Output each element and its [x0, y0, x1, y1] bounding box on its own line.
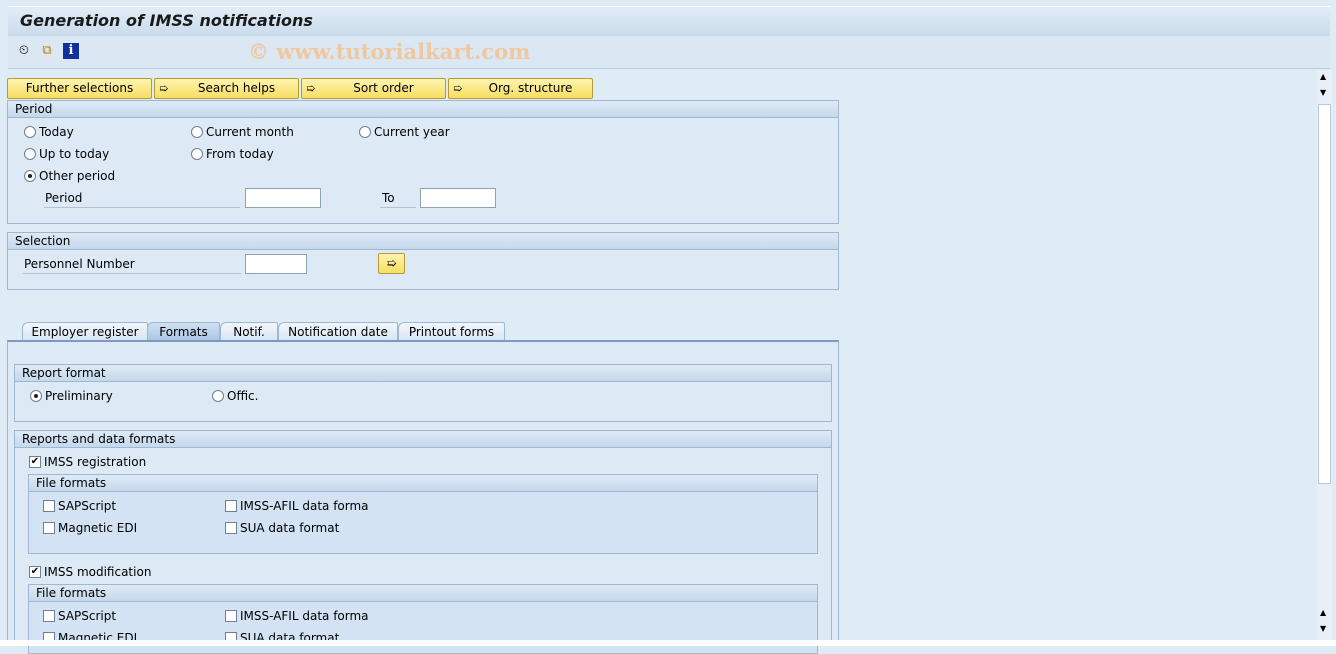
tab-employer-register[interactable]: Employer register: [22, 322, 148, 341]
radio-current-month[interactable]: [191, 126, 203, 138]
radio-preliminary[interactable]: [30, 390, 42, 402]
period-label: Period: [45, 191, 83, 205]
period-from-input[interactable]: [245, 188, 321, 208]
tab-notification-date[interactable]: Notification date: [278, 322, 398, 341]
scroll-thumb[interactable]: [1318, 104, 1331, 484]
radio-today[interactable]: [24, 126, 36, 138]
copy-variant-icon[interactable]: ⧉: [39, 43, 55, 59]
search-helps-button[interactable]: ➯ Search helps: [154, 78, 299, 99]
tab-notif[interactable]: Notif.: [220, 322, 278, 341]
personnel-number-input[interactable]: [245, 254, 307, 274]
application-toolbar: ⏲ ⧉ i © www.tutorialkart.com: [8, 36, 1330, 69]
radio-from-today[interactable]: [191, 148, 203, 160]
radio-current-year[interactable]: [359, 126, 371, 138]
vertical-scrollbar[interactable]: ▲ ▼ ▲ ▼: [1317, 70, 1332, 640]
further-selections-button[interactable]: Further selections: [7, 78, 152, 99]
info-icon[interactable]: i: [63, 43, 79, 59]
personnel-number-label: Personnel Number: [24, 257, 135, 271]
radio-offic[interactable]: [212, 390, 224, 402]
reg-sapscript-checkbox[interactable]: [43, 500, 55, 512]
arrow-right-icon: ➯: [306, 82, 316, 95]
imss-modification-checkbox[interactable]: ✔: [29, 566, 41, 578]
tab-printout-forms[interactable]: Printout forms: [398, 322, 505, 341]
sort-order-button[interactable]: ➯ Sort order: [301, 78, 446, 99]
radio-other-period[interactable]: [24, 170, 36, 182]
registration-file-formats-group: File formats: [28, 474, 818, 554]
period-to-input[interactable]: [420, 188, 496, 208]
scroll-down-icon[interactable]: ▼: [1320, 624, 1326, 633]
arrow-right-icon: ➯: [386, 256, 397, 270]
tab-formats[interactable]: Formats: [147, 322, 220, 341]
org-structure-button[interactable]: ➯ Org. structure: [448, 78, 593, 99]
watermark: © www.tutorialkart.com: [248, 39, 531, 64]
arrow-right-icon: ➯: [453, 82, 463, 95]
window-bottom-edge: [0, 640, 1336, 646]
reg-imss-afil-checkbox[interactable]: [225, 500, 237, 512]
title-bar: Generation of IMSS notifications: [8, 6, 1330, 36]
arrow-right-icon: ➯: [159, 82, 169, 95]
imss-registration-checkbox[interactable]: ✔: [29, 456, 41, 468]
scroll-page-up-icon[interactable]: ▲: [1320, 608, 1326, 617]
report-format-group: Report format: [14, 364, 832, 422]
scroll-up-icon[interactable]: ▲: [1320, 72, 1326, 81]
reg-magnetic-edi-checkbox[interactable]: [43, 522, 55, 534]
mod-sapscript-checkbox[interactable]: [43, 610, 55, 622]
mod-imss-afil-checkbox[interactable]: [225, 610, 237, 622]
multiple-selection-button[interactable]: ➯: [378, 253, 405, 274]
execute-clock-icon[interactable]: ⏲: [16, 43, 32, 59]
scroll-page-down-icon[interactable]: ▼: [1320, 88, 1326, 97]
to-label: To: [382, 191, 395, 205]
page-title: Generation of IMSS notifications: [20, 11, 313, 30]
radio-up-to-today[interactable]: [24, 148, 36, 160]
reg-sua-checkbox[interactable]: [225, 522, 237, 534]
